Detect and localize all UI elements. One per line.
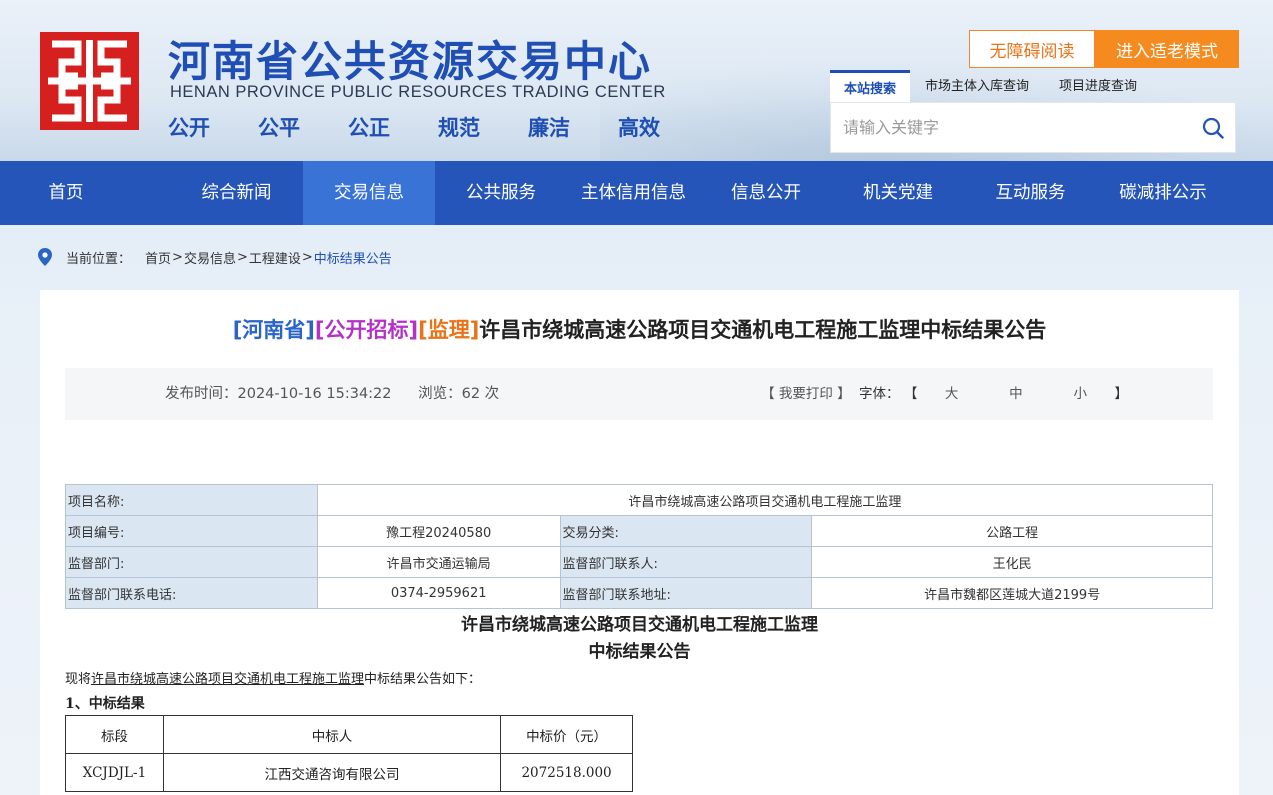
slogan-bar: 公开 公平 公正 规范 廉洁 高效 [168,112,708,142]
contact-label: 监督部门联系人: [559,546,813,578]
project-code-value: 豫工程20240580 [316,515,561,547]
table-cell-section: XCJDJL-1 [65,753,164,792]
breadcrumb-separator: > [301,249,313,265]
nav-item-trading-info[interactable]: 交易信息 [303,161,435,225]
article-meta-bar: 发布时间：2024-10-16 15:34:22 浏览：62 次 【 我要打印 … [65,368,1213,420]
table-row: 监督部门联系电话: 0374-2959621 监督部门联系地址: 许昌市魏都区莲… [65,577,1213,609]
font-size-large[interactable]: 大 [922,368,982,420]
article-title-text: 许昌市绕城高速公路项目交通机电工程施工监理中标结果公告 [479,318,1047,342]
search-box [830,102,1236,153]
winning-bid-table: 标段 中标人 中标价（元） XCJDJL-1 江西交通咨询有限公司 207251… [65,715,633,792]
slogan-item: 规范 [438,115,480,140]
intro-paragraph: 现将许昌市绕城高速公路项目交通机电工程施工监理中标结果公告如下： [65,668,481,687]
slogan-item: 公开 [168,115,210,140]
breadcrumb-trading-info[interactable]: 交易信息 [184,248,236,267]
article-card: [河南省][公开招标][监理]许昌市绕城高速公路项目交通机电工程施工监理中标结果… [40,290,1239,795]
table-row: 监督部门: 许昌市交通运输局 监督部门联系人: 王化民 [65,546,1213,578]
intro-suffix: 中标结果公告如下： [364,672,482,687]
table-row: 项目编号: 豫工程20240580 交易分类: 公路工程 [65,515,1213,547]
article-meta: 发布时间：2024-10-16 15:34:22 浏览：62 次 [165,368,507,420]
section-heading: 1、中标结果 [65,696,145,712]
doc-title-line2: 中标结果公告 [588,642,691,662]
article-tools: 【 我要打印 】 字体： 【 大 中 小 】 [761,368,1128,420]
slogan-item: 公正 [348,115,390,140]
table-row: 项目名称: 许昌市绕城高速公路项目交通机电工程施工监理 [65,484,1214,516]
search-input[interactable] [831,103,1191,152]
breadcrumb-construction[interactable]: 工程建设 [249,248,301,267]
tag-method: [公开招标] [314,318,419,342]
supervisor-value: 许昌市交通运输局 [316,546,561,578]
breadcrumb-home[interactable]: 首页 [145,248,171,267]
table-row: XCJDJL-1 江西交通咨询有限公司 2072518.000 [65,753,633,792]
breadcrumb-separator: > [236,249,248,265]
category-value: 公路工程 [811,515,1213,547]
views-count: 62 次 [461,386,500,402]
project-code-label: 项目编号: [65,515,318,547]
tag-type: [监理] [418,318,480,342]
table-cell-winner: 江西交通咨询有限公司 [162,753,502,792]
search-tabs: 本站搜索 市场主体入库查询 项目进度查询 [830,70,1152,102]
nav-item-home[interactable]: 首页 [0,161,170,225]
phone-value: 0374-2959621 [316,577,561,609]
font-size-small[interactable]: 小 [1050,368,1110,420]
slogan-item: 廉洁 [528,115,570,140]
breadcrumb: 当前位置： 首页 > 交易信息 > 工程建设 > 中标结果公告 [38,246,392,268]
accessibility-reading-button[interactable]: 无障碍阅读 [969,30,1095,68]
contact-value: 王化民 [811,546,1213,578]
category-label: 交易分类: [559,515,813,547]
table-header-row: 标段 中标人 中标价（元） [65,715,633,754]
intro-project-link: 许昌市绕城高速公路项目交通机电工程施工监理 [91,672,365,687]
views-label: 浏览： [418,386,462,402]
project-name-value: 许昌市绕城高速公路项目交通机电工程施工监理 [316,484,1214,516]
tag-region: [河南省] [232,318,315,342]
nav-item-party-building[interactable]: 机关党建 [832,161,964,225]
nav-item-carbon-reduction[interactable]: 碳减排公示 [1097,161,1229,225]
nav-item-info-disclosure[interactable]: 信息公开 [700,161,832,225]
column-header: 中标价（元） [500,715,633,754]
search-icon[interactable] [1202,117,1224,139]
site-title[interactable]: 河南省公共资源交易中心 [168,28,652,89]
doc-title-line1: 许昌市绕城高速公路项目交通机电工程施工监理 [461,615,818,635]
nav-item-public-service[interactable]: 公共服务 [435,161,567,225]
breadcrumb-label: 当前位置： [66,251,132,267]
main-nav: 首页 综合新闻 交易信息 公共服务 主体信用信息 信息公开 机关党建 互动服务 … [0,161,1273,225]
phone-label: 监督部门联系电话: [65,577,318,609]
site-header: 河南省公共资源交易中心 HENAN PROVINCE PUBLIC RESOUR… [0,0,1273,161]
tab-site-search[interactable]: 本站搜索 [830,70,911,102]
slogan-item: 公平 [258,115,300,140]
publish-time: 2024-10-16 15:34:22 [237,386,392,402]
font-size-medium[interactable]: 中 [986,368,1046,420]
article-title: [河南省][公开招标][监理]许昌市绕城高速公路项目交通机电工程施工监理中标结果… [40,314,1239,344]
address-value: 许昌市魏都区莲城大道2199号 [811,577,1213,609]
nav-item-credit-info[interactable]: 主体信用信息 [567,161,700,225]
elder-mode-button[interactable]: 进入适老模式 [1095,30,1239,68]
table-cell-price: 2072518.000 [500,753,633,792]
publish-time-label: 发布时间： [165,386,238,402]
breadcrumb-current[interactable]: 中标结果公告 [314,248,392,267]
project-name-label: 项目名称: [65,484,318,516]
site-title-english: HENAN PROVINCE PUBLIC RESOURCES TRADING … [170,83,666,101]
breadcrumb-separator: > [172,249,183,265]
bracket-open: 【 [903,386,918,402]
column-header: 标段 [65,715,164,754]
column-header: 中标人 [162,715,502,754]
tab-project-progress-query[interactable]: 项目进度查询 [1044,72,1152,102]
font-size-label: 字体： [859,386,900,402]
print-button[interactable]: 【 我要打印 】 [761,386,851,402]
project-info-table: 项目名称: 许昌市绕城高速公路项目交通机电工程施工监理 项目编号: 豫工程202… [65,484,1214,609]
bracket-close: 】 [1114,386,1129,402]
slogan-item: 高效 [618,115,660,140]
nav-item-news[interactable]: 综合新闻 [170,161,303,225]
tab-market-entity-query[interactable]: 市场主体入库查询 [910,72,1044,102]
address-label: 监督部门联系地址: [559,577,813,609]
location-pin-icon [38,248,52,266]
intro-prefix: 现将 [65,672,92,687]
site-logo-icon[interactable] [40,32,139,130]
nav-item-interactive-service[interactable]: 互动服务 [964,161,1097,225]
supervisor-label: 监督部门: [65,546,318,578]
